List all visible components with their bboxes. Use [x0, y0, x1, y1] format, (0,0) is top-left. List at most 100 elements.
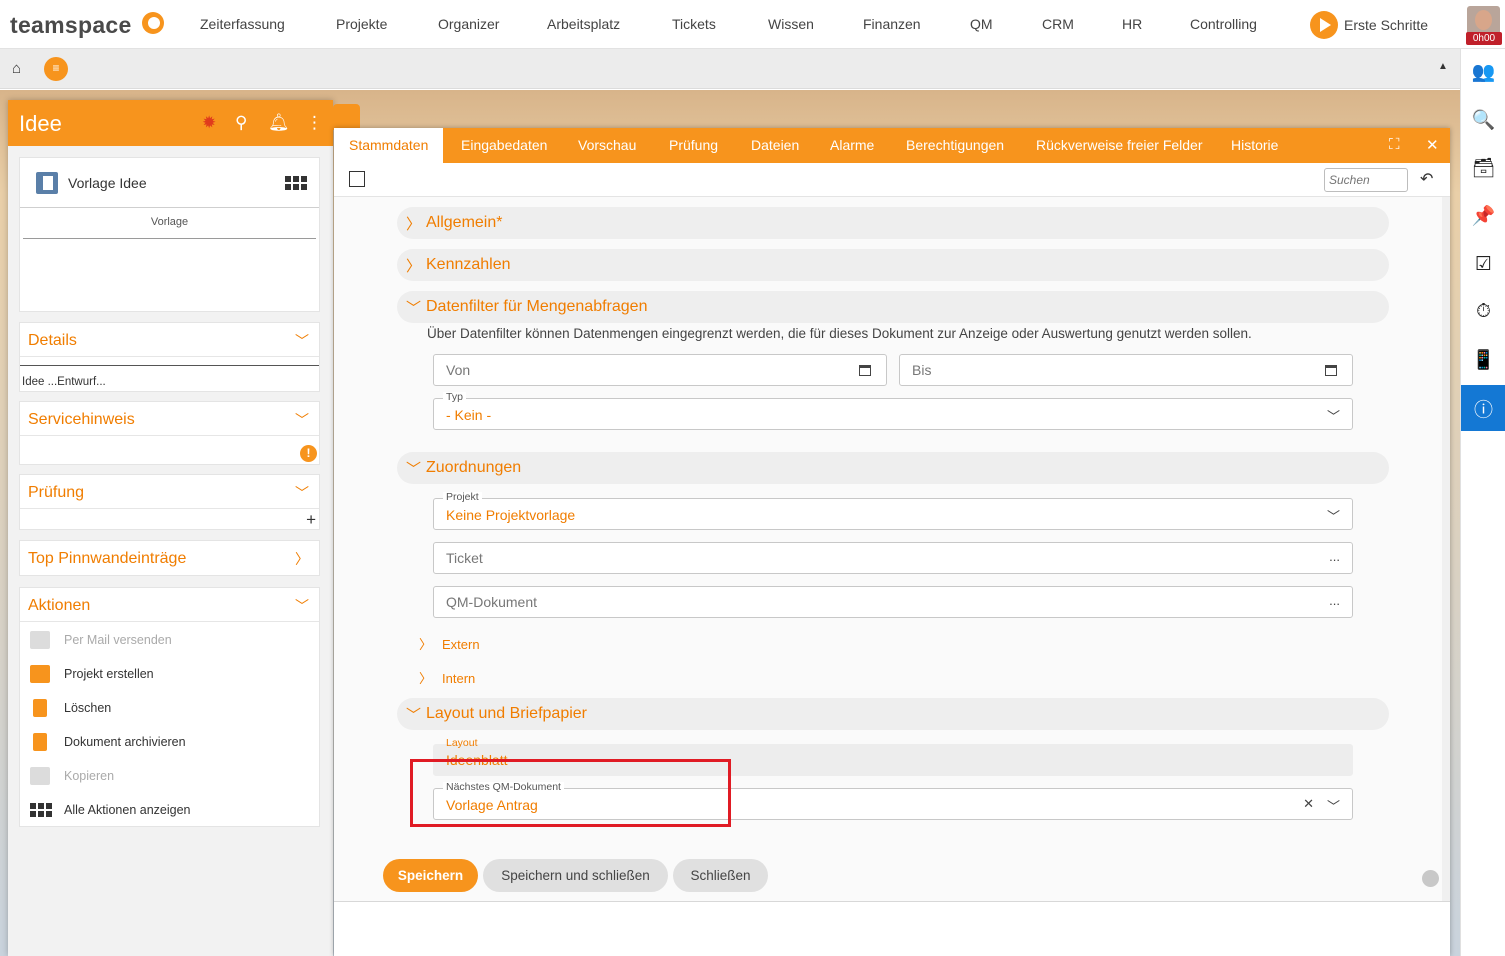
pin-icon[interactable]: ⚲ [235, 113, 247, 133]
users-icon[interactable]: 👥 [1461, 49, 1505, 95]
intern-expander[interactable]: 〉 Intern [419, 668, 475, 687]
scrollbar[interactable] [1442, 197, 1450, 901]
nav-wissen[interactable]: Wissen [768, 16, 814, 32]
bell-icon[interactable]: 🔔︎ [268, 113, 290, 133]
projekt-select[interactable]: Projekt Keine Projektvorlage ﹀ [433, 492, 1353, 530]
tasks-icon[interactable]: ☑ [1461, 241, 1505, 287]
nav-crm[interactable]: CRM [1042, 16, 1074, 32]
mobile-icon[interactable]: 📱 [1461, 337, 1505, 383]
ticket-field[interactable]: Ticket ... [433, 542, 1353, 574]
qm-dokument-field[interactable]: QM-Dokument ... [433, 586, 1353, 618]
nav-qm[interactable]: QM [970, 16, 993, 32]
tab-pruefung[interactable]: Prüfung [669, 137, 718, 153]
tab-rueckverweise[interactable]: Rückverweise freier Felder [1036, 137, 1203, 153]
pinnwand-card[interactable]: Top Pinnwandeinträge 〉 [19, 540, 320, 576]
von-date-field[interactable]: Von [433, 354, 887, 386]
tab-dateien[interactable]: Dateien [751, 137, 799, 153]
section-layout[interactable]: ﹀ Layout und Briefpapier [397, 698, 1389, 730]
form-window: Stammdaten Eingabedaten Vorschau Prüfung… [334, 128, 1450, 956]
stopwatch-icon[interactable]: ⏱ [1461, 289, 1505, 335]
details-content: Idee ...Entwurf... [22, 376, 106, 388]
inbox-icon[interactable]: 🗃 [1461, 145, 1505, 191]
extern-expander[interactable]: 〉 Extern [419, 634, 480, 653]
close-button[interactable]: Schließen [673, 859, 768, 892]
calendar-icon[interactable] [859, 365, 871, 376]
action-projekt-erstellen[interactable]: Projekt erstellen [20, 657, 320, 691]
section-datenfilter[interactable]: ﹀ Datenfilter für Mengenabfragen [397, 291, 1389, 323]
tab-vorschau[interactable]: Vorschau [578, 137, 636, 153]
menu-icon[interactable]: ≡ [44, 57, 68, 81]
chevron-right-icon: 〉 [406, 216, 422, 233]
chevron-down-icon: ﹀ [295, 598, 309, 614]
vorlage-row[interactable]: Vorlage Idee [20, 158, 319, 208]
action-label: Per Mail versenden [64, 633, 172, 647]
save-button[interactable]: Speichern [383, 859, 478, 892]
section-kennzahlen[interactable]: 〉 Kennzahlen [397, 249, 1389, 281]
document-side-panel: Idee ✹ ⚲ 🔔︎ ⋮ Vorlage Idee Vorlage Detai… [8, 100, 333, 956]
home-icon[interactable]: ⌂ [12, 60, 21, 77]
servicehinweis-title: Servicehinweis [28, 411, 135, 428]
grid-menu-icon[interactable] [285, 176, 307, 190]
app-logo[interactable]: teamspace [10, 12, 132, 39]
undo-icon[interactable]: ↶ [1420, 169, 1433, 189]
maximize-icon[interactable]: ⛶ [1389, 136, 1400, 153]
chevron-down-icon[interactable]: ﹀ [1327, 796, 1340, 815]
action-mail[interactable]: Per Mail versenden [20, 623, 320, 657]
more-vertical-icon[interactable]: ⋮ [306, 113, 323, 133]
action-loeschen[interactable]: Löschen [20, 691, 320, 725]
pruefung-header[interactable]: Prüfung ﹀ [20, 475, 319, 509]
save-and-close-button[interactable]: Speichern und schließen [483, 859, 668, 892]
tab-alarme[interactable]: Alarme [830, 137, 874, 153]
timer-badge[interactable]: 0h00 [1466, 32, 1502, 45]
action-kopieren[interactable]: Kopieren [20, 759, 320, 793]
nav-finanzen[interactable]: Finanzen [863, 16, 921, 32]
section-zuordnungen[interactable]: ﹀ Zuordnungen [397, 452, 1389, 484]
nav-hr[interactable]: HR [1122, 16, 1142, 32]
details-card: Details ﹀ Idee ...Entwurf... [19, 322, 320, 392]
nav-zeiterfassung[interactable]: Zeiterfassung [200, 16, 285, 32]
details-header[interactable]: Details ﹀ [20, 323, 319, 357]
tab-berechtigungen[interactable]: Berechtigungen [906, 137, 1004, 153]
search-input[interactable] [1324, 168, 1408, 192]
aktionen-header[interactable]: Aktionen ﹀ [20, 588, 319, 622]
logo-mark-icon [142, 12, 164, 34]
collapse-up-icon[interactable]: ▲ [1438, 61, 1448, 72]
nav-controlling[interactable]: Controlling [1190, 16, 1257, 32]
erste-schritte-button[interactable]: Erste Schritte [1310, 11, 1428, 39]
user-icon[interactable] [1422, 870, 1439, 887]
servicehinweis-header[interactable]: Servicehinweis ﹀ [20, 402, 319, 436]
form-list-icon[interactable] [349, 171, 365, 187]
search-icon[interactable]: 🔍 [1461, 97, 1505, 143]
tab-historie[interactable]: Historie [1231, 137, 1278, 153]
tab-eingabedaten[interactable]: Eingabedaten [461, 137, 547, 153]
browse-button[interactable]: ... [1329, 549, 1340, 564]
add-icon[interactable]: + [306, 510, 316, 530]
action-archivieren[interactable]: Dokument archivieren [20, 725, 320, 759]
bis-date-field[interactable]: Bis [899, 354, 1353, 386]
nav-projekte[interactable]: Projekte [336, 16, 387, 32]
nav-tickets[interactable]: Tickets [672, 16, 716, 32]
typ-value: - Kein - [446, 407, 492, 423]
vorlage-title[interactable]: Vorlage Idee [68, 175, 147, 191]
section-allgemein[interactable]: 〉 Allgemein* [397, 207, 1389, 239]
warning-icon[interactable]: ! [300, 445, 317, 462]
chevron-down-icon: ﹀ [406, 707, 422, 724]
clear-icon[interactable]: ✕ [1303, 796, 1314, 812]
close-icon[interactable]: ✕ [1426, 136, 1439, 154]
bis-placeholder: Bis [912, 362, 932, 378]
action-label: Dokument archivieren [64, 735, 186, 749]
nav-arbeitsplatz[interactable]: Arbeitsplatz [547, 16, 620, 32]
action-label: Alle Aktionen anzeigen [64, 803, 191, 817]
nav-organizer[interactable]: Organizer [438, 16, 499, 32]
browse-button[interactable]: ... [1329, 593, 1340, 608]
trash-icon [33, 699, 47, 717]
action-alle-anzeigen[interactable]: Alle Aktionen anzeigen [20, 793, 320, 827]
alert-icon[interactable]: ✹ [202, 113, 216, 133]
pinnwand-header[interactable]: Top Pinnwandeinträge 〉 [20, 541, 319, 575]
highlight-box [410, 759, 731, 827]
info-icon[interactable]: ⓘ [1461, 385, 1505, 431]
pin-icon[interactable]: 📌 [1461, 193, 1505, 239]
calendar-icon[interactable] [1325, 365, 1337, 376]
tab-stammdaten[interactable]: Stammdaten [334, 128, 444, 163]
typ-select[interactable]: Typ - Kein - ﹀ [433, 392, 1353, 430]
